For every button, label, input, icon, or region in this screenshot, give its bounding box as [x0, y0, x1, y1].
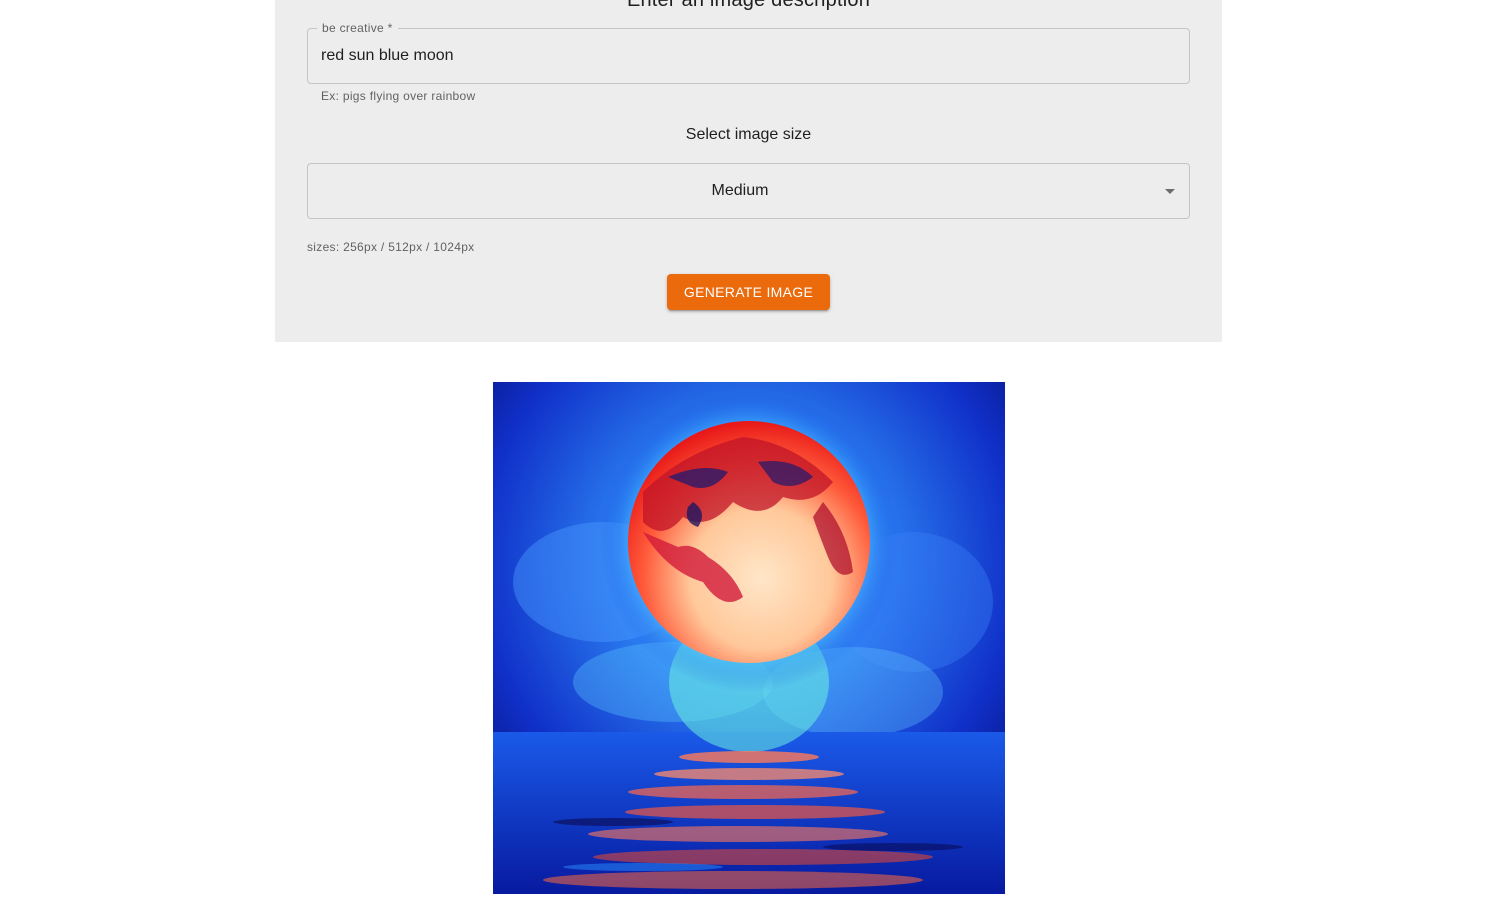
prompt-field-label: be creative *: [317, 20, 398, 36]
prompt-field[interactable]: be creative *: [307, 20, 1190, 84]
image-size-selected-value: Medium: [711, 182, 769, 199]
caret-down-icon: [1165, 189, 1175, 194]
size-select-label: Select image size: [685, 126, 812, 143]
image-size-select[interactable]: Medium: [307, 163, 1190, 219]
prompt-helper-text: Ex: pigs flying over rainbow: [321, 89, 476, 103]
generate-image-button[interactable]: GENERATE IMAGE: [667, 274, 830, 310]
generated-image: [493, 382, 1005, 894]
prompt-input[interactable]: [321, 45, 1171, 67]
image-form-panel: Enter an image description be creative *…: [275, 0, 1222, 342]
generated-artwork-icon: [493, 382, 1005, 894]
sizes-hint-text: sizes: 256px / 512px / 1024px: [307, 240, 475, 254]
form-heading: Enter an image description: [626, 0, 871, 11]
